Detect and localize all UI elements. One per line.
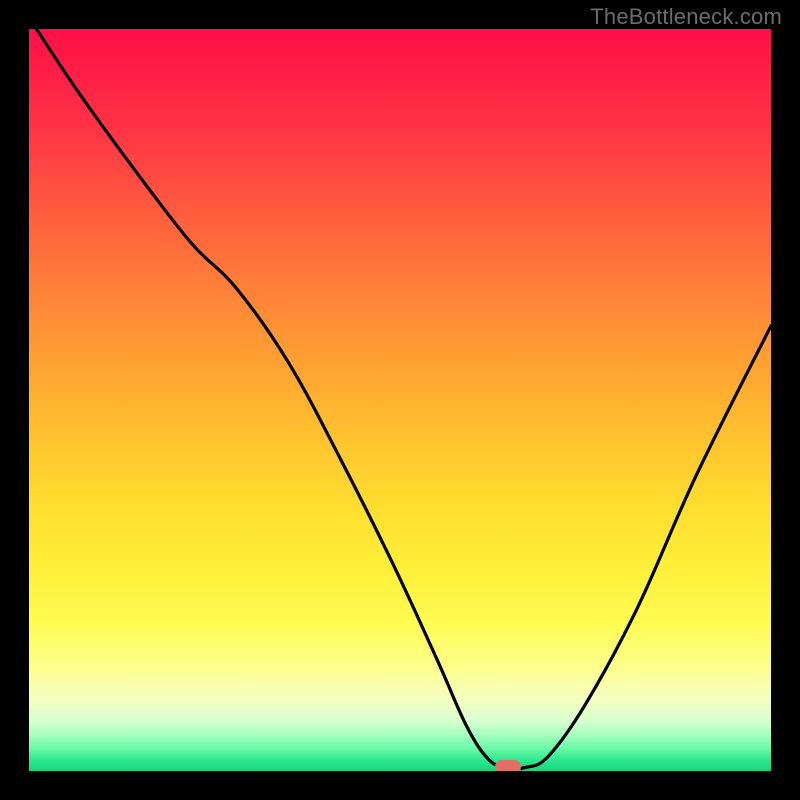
curve-path	[36, 29, 771, 769]
bottleneck-curve	[29, 29, 771, 771]
chart-frame: TheBottleneck.com	[0, 0, 800, 800]
watermark-text: TheBottleneck.com	[590, 4, 782, 30]
optimal-marker	[495, 760, 521, 771]
plot-area	[29, 29, 771, 771]
